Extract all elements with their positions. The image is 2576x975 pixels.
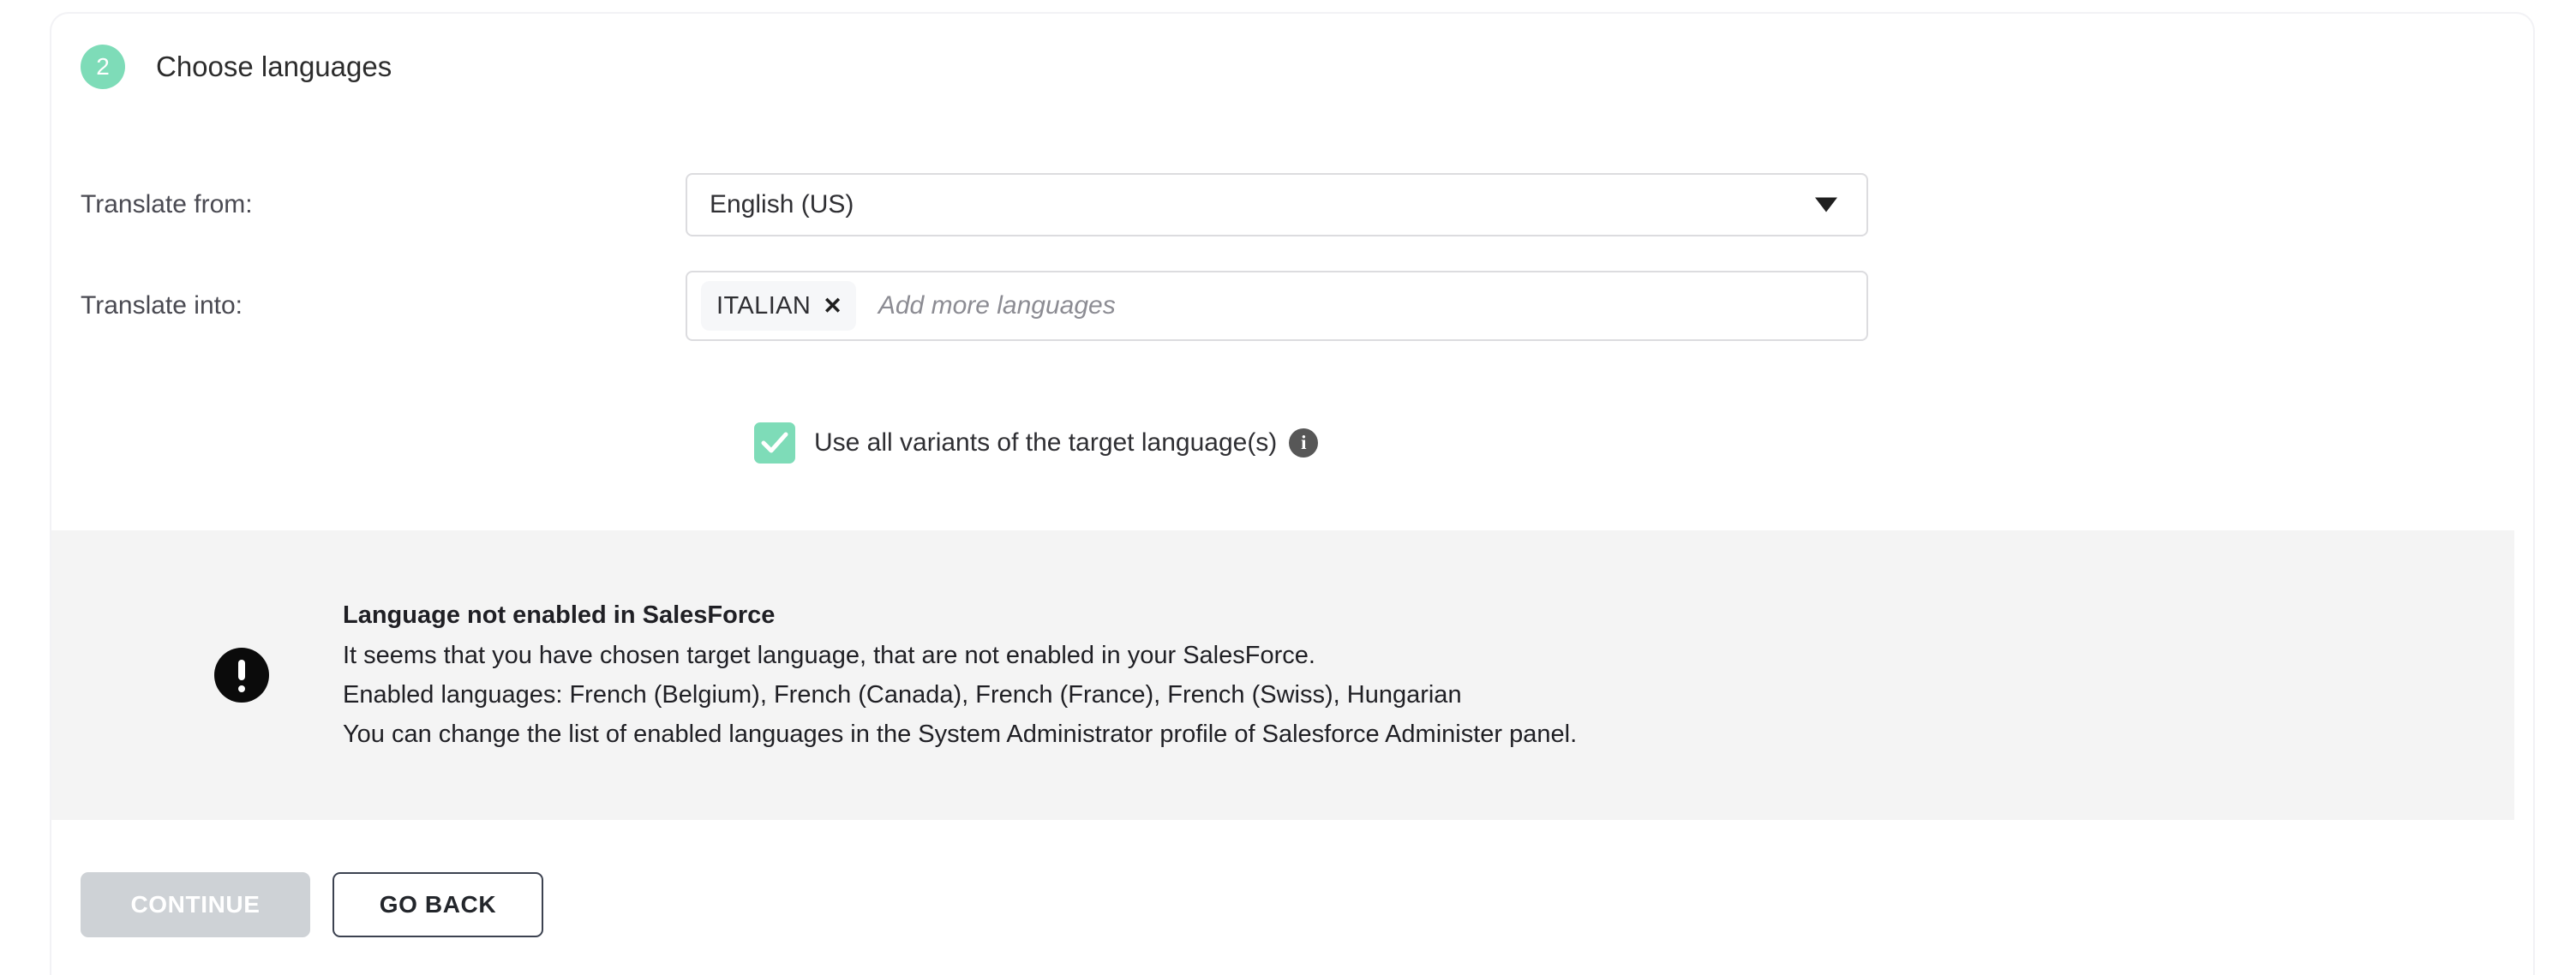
continue-button[interactable]: CONTINUE bbox=[81, 872, 310, 937]
use-all-variants-label: Use all variants of the target language(… bbox=[814, 428, 1278, 457]
step-header: 2 Choose languages bbox=[81, 45, 392, 89]
page-root: 2 Choose languages Translate from: Engli… bbox=[0, 0, 2576, 975]
translate-into-row: Translate into: ITALIAN ✕ Add more langu… bbox=[81, 271, 2480, 341]
language-tag-label: ITALIAN bbox=[716, 291, 812, 320]
page-title: Choose languages bbox=[156, 51, 392, 82]
target-languages-input[interactable]: ITALIAN ✕ Add more languages bbox=[686, 271, 1868, 341]
exclamation-circle-icon bbox=[214, 648, 269, 703]
source-language-select[interactable]: English (US) bbox=[686, 173, 1868, 236]
exclamation-stem bbox=[238, 660, 245, 680]
action-buttons: CONTINUE GO BACK bbox=[81, 872, 543, 937]
add-languages-placeholder: Add more languages bbox=[878, 291, 1116, 320]
warning-line-1: It seems that you have chosen target lan… bbox=[343, 642, 1315, 669]
use-all-variants-row: Use all variants of the target language(… bbox=[754, 422, 1319, 464]
go-back-button[interactable]: GO BACK bbox=[332, 872, 543, 937]
step-number-badge: 2 bbox=[81, 45, 125, 89]
exclamation-dot bbox=[238, 685, 245, 692]
source-language-value: English (US) bbox=[710, 190, 854, 218]
translate-from-row: Translate from: English (US) bbox=[81, 173, 2480, 236]
warning-text-block: Language not enabled in SalesForce It se… bbox=[343, 601, 1577, 749]
warning-line-3: You can change the list of enabled langu… bbox=[343, 721, 1578, 748]
use-all-variants-checkbox[interactable] bbox=[754, 422, 795, 464]
warning-banner: Language not enabled in SalesForce It se… bbox=[51, 530, 2514, 820]
warning-line-2: Enabled languages: French (Belgium), Fre… bbox=[343, 681, 1462, 709]
info-icon[interactable]: i bbox=[1289, 428, 1319, 458]
language-tag-italian: ITALIAN ✕ bbox=[701, 281, 856, 331]
check-icon bbox=[761, 432, 788, 453]
warning-title: Language not enabled in SalesForce bbox=[343, 601, 776, 629]
wizard-step-card: 2 Choose languages Translate from: Engli… bbox=[50, 12, 2535, 975]
translate-from-label: Translate from: bbox=[81, 190, 253, 218]
translate-into-label: Translate into: bbox=[81, 291, 243, 320]
chevron-down-icon bbox=[1815, 197, 1837, 212]
close-icon[interactable]: ✕ bbox=[823, 294, 842, 318]
